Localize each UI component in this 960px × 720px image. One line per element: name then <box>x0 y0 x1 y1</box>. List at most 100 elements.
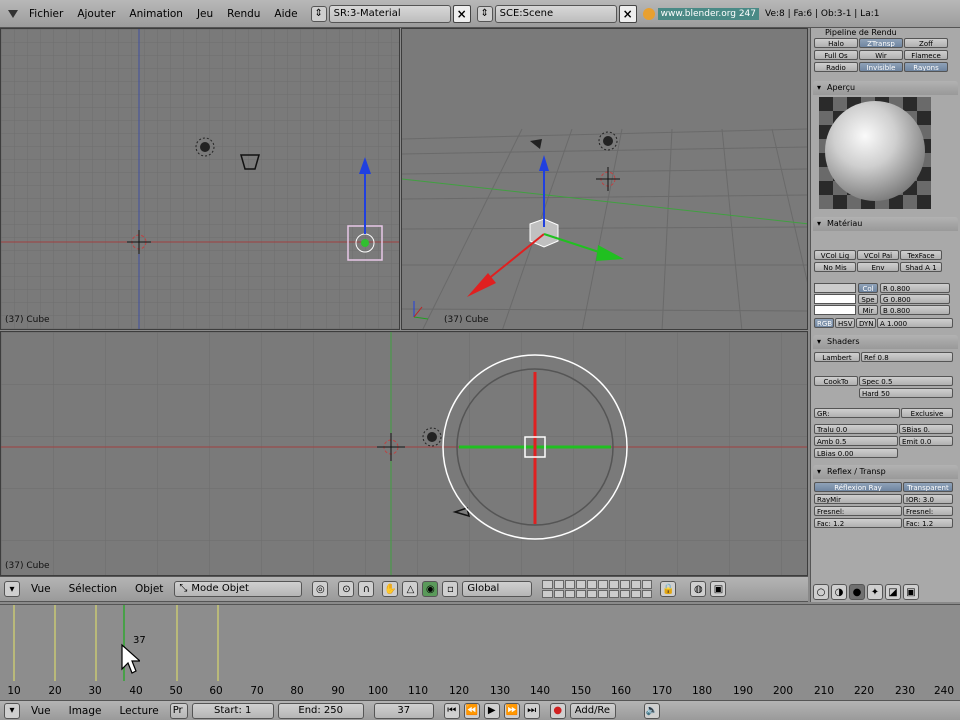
emit-slider[interactable]: Emit 0.0 <box>899 436 953 446</box>
mir-button[interactable]: Mir <box>858 305 878 315</box>
scene-browse-icon[interactable]: ⇕ <box>476 5 493 22</box>
texture-icon[interactable]: ◑ <box>831 584 847 600</box>
keying-mode-selector[interactable]: Add/Re <box>569 702 616 719</box>
timeline-editor[interactable]: 37 10 20 30 40 50 60 70 80 90 100 110 12… <box>0 604 960 700</box>
prev-key-icon[interactable]: ⏪ <box>463 702 480 719</box>
ray-transp-button[interactable]: Transparent <box>903 482 953 492</box>
rgb-button[interactable]: RGB <box>814 318 834 328</box>
scene-selector[interactable]: SCE:Scene <box>494 4 617 23</box>
green-slider[interactable]: G 0.800 <box>880 294 950 304</box>
fullosa-button[interactable]: Full Os <box>814 50 858 60</box>
pivot-icon[interactable]: ⊙ <box>338 581 355 597</box>
wire-button[interactable]: Wir <box>859 50 903 60</box>
orientation-selector[interactable]: Global <box>462 581 533 597</box>
screen-selector[interactable]: SR:3-Material <box>328 4 451 23</box>
ztransp-button[interactable]: ZTransp <box>859 38 903 48</box>
timeline-menu-vue[interactable]: Vue <box>24 702 58 720</box>
tralu-slider[interactable]: Tralu 0.0 <box>814 424 898 434</box>
spec-slider[interactable]: Spec 0.5 <box>859 376 953 386</box>
amb-slider[interactable]: Amb 0.5 <box>814 436 898 446</box>
camera-context-icon[interactable]: ◪ <box>885 584 901 600</box>
menu-ajouter[interactable]: Ajouter <box>70 0 122 28</box>
start-frame-field[interactable]: Start: 1 <box>191 702 274 719</box>
menu-selection[interactable]: Sélection <box>62 575 124 603</box>
fac-transp-slider[interactable]: Fac: 1.2 <box>903 518 953 528</box>
specular-shader-menu[interactable]: CookTo <box>814 376 858 386</box>
viewport-top-left[interactable]: (37) Cube <box>0 28 400 330</box>
spe-swatch[interactable] <box>814 294 856 304</box>
draw-type-icon[interactable]: ◎ <box>312 581 329 597</box>
halo-button[interactable]: Halo <box>814 38 858 48</box>
rayons-button[interactable]: Rayons <box>904 62 948 72</box>
menu-aide[interactable]: Aide <box>267 0 304 28</box>
red-slider[interactable]: R 0.800 <box>880 283 950 293</box>
timeline-menu-lecture[interactable]: Lecture <box>112 702 165 720</box>
scale-icon[interactable]: ▫ <box>442 581 459 597</box>
audio-icon[interactable]: 🔈 <box>643 702 660 719</box>
gr-field[interactable]: GR: <box>814 408 900 418</box>
diffuse-shader-menu[interactable]: Lambert <box>814 352 860 362</box>
translate-icon[interactable]: △ <box>402 581 419 597</box>
menu-animation[interactable]: Animation <box>122 0 190 28</box>
no-mist-button[interactable]: No Mis <box>814 262 856 272</box>
snap-icon[interactable]: ∩ <box>358 581 375 597</box>
lock-icon[interactable]: 🔒 <box>660 581 677 597</box>
timeline-editor-type-icon[interactable]: ▾ <box>4 702 20 719</box>
record-icon[interactable]: ● <box>549 702 566 719</box>
layer-buttons[interactable] <box>542 580 653 598</box>
preview-header[interactable]: Aperçu <box>813 81 958 95</box>
screen-browse-icon[interactable]: ⇕ <box>310 5 327 22</box>
ior-slider[interactable]: IOR: 3.0 <box>903 494 953 504</box>
raymir-slider[interactable]: RayMir <box>814 494 902 504</box>
end-frame-field[interactable]: End: 250 <box>277 702 364 719</box>
editor-type-icon[interactable]: ▾ <box>4 581 20 597</box>
shaders-header[interactable]: Shaders <box>813 335 958 349</box>
alpha-slider[interactable]: A 1.000 <box>877 318 953 328</box>
world-icon[interactable]: ○ <box>813 584 829 600</box>
col-button[interactable]: Col <box>858 283 878 293</box>
render-context-icon[interactable]: ▣ <box>903 584 919 600</box>
material-header[interactable]: Matériau <box>813 217 958 231</box>
render-image-icon[interactable]: ▣ <box>710 581 727 597</box>
menu-fichier[interactable]: Fichier <box>22 0 70 28</box>
blender-logo-icon[interactable] <box>4 5 22 23</box>
hard-slider[interactable]: Hard 50 <box>859 388 953 398</box>
zoffs-button[interactable]: Zoff <box>904 38 948 48</box>
viewport-top-right[interactable]: (37) Cube <box>401 28 808 330</box>
mir-swatch[interactable] <box>814 305 856 315</box>
jump-start-icon[interactable]: ⏮ <box>443 702 460 719</box>
close-screen-button[interactable]: × <box>452 4 471 23</box>
invisible-button[interactable]: Invisible <box>859 62 903 72</box>
timeline-menu-image[interactable]: Image <box>62 702 109 720</box>
mirror-transp-header[interactable]: Reflex / Transp <box>813 465 958 479</box>
ogl-render-icon[interactable]: ◍ <box>690 581 707 597</box>
col-swatch[interactable] <box>814 283 856 293</box>
menu-rendu[interactable]: Rendu <box>220 0 267 28</box>
hsv-button[interactable]: HSV <box>835 318 855 328</box>
dyn-button[interactable]: DYN <box>856 318 876 328</box>
ray-mirror-button[interactable]: Réflexion Ray <box>814 482 902 492</box>
vcol-light-button[interactable]: VCol Lig <box>814 250 856 260</box>
menu-jeu[interactable]: Jeu <box>190 0 220 28</box>
material-sphere-icon[interactable]: ● <box>849 584 865 600</box>
rotate-icon[interactable]: ◉ <box>422 581 439 597</box>
fac-mirror-slider[interactable]: Fac: 1.2 <box>814 518 902 528</box>
flamece-button[interactable]: Flamece <box>904 50 948 60</box>
fresnel-mirror-slider[interactable]: Fresnel: <box>814 506 902 516</box>
current-frame-field[interactable]: 37 <box>373 702 434 719</box>
menu-objet[interactable]: Objet <box>128 575 170 603</box>
close-scene-button[interactable]: × <box>618 4 637 23</box>
lamp-context-icon[interactable]: ✦ <box>867 584 883 600</box>
jump-end-icon[interactable]: ⏭ <box>523 702 540 719</box>
spe-button[interactable]: Spe <box>858 294 878 304</box>
lbias-slider[interactable]: LBias 0.00 <box>814 448 898 458</box>
exclusive-button[interactable]: Exclusive <box>901 408 953 418</box>
menu-vue[interactable]: Vue <box>24 575 58 603</box>
ref-slider[interactable]: Ref 0.8 <box>861 352 953 362</box>
shadow-alpha-button[interactable]: Shad A 1 <box>900 262 942 272</box>
preview-range-button[interactable]: Pr <box>169 702 188 719</box>
env-button[interactable]: Env <box>857 262 899 272</box>
sbias-slider[interactable]: SBias 0. <box>899 424 953 434</box>
play-icon[interactable]: ▶ <box>483 702 500 719</box>
radio-button[interactable]: Radio <box>814 62 858 72</box>
